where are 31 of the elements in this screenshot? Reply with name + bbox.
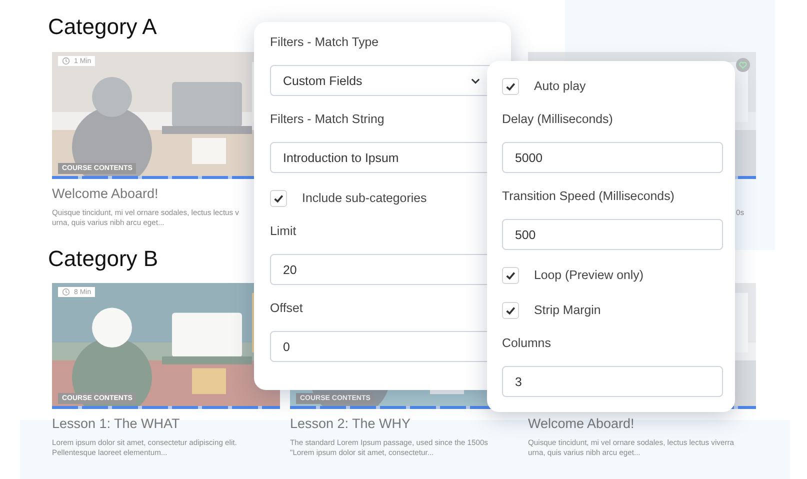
field-label: Offset <box>270 300 304 316</box>
card-title[interactable]: Welcome Aboard! <box>52 186 158 202</box>
clock-icon <box>62 288 70 296</box>
input-field[interactable]: 500 <box>502 219 723 250</box>
card-title[interactable]: Lesson 1: The WHAT <box>52 416 180 432</box>
checkbox-label: Strip Margin <box>534 303 601 317</box>
checkbox[interactable] <box>502 78 519 94</box>
category-heading: Category B <box>48 246 158 272</box>
field-label: Filters - Match Type <box>270 34 380 50</box>
field-label: Limit <box>270 223 298 239</box>
checkbox-label: Loop (Preview only) <box>534 268 644 282</box>
checkmark-icon <box>505 270 516 280</box>
checkbox[interactable] <box>502 302 519 318</box>
caret-icon <box>471 78 480 84</box>
checkmark-icon <box>505 304 516 316</box>
checkmark-icon <box>505 80 516 92</box>
input-field[interactable]: 5000 <box>502 142 723 173</box>
checkbox-label: Auto play <box>534 79 586 93</box>
card-title[interactable]: Welcome Aboard! <box>528 416 634 432</box>
input-field[interactable]: 3 <box>502 366 723 397</box>
card-title[interactable]: Lesson 2: The WHY <box>290 416 411 432</box>
field-label: Transition Speed (Milliseconds) <box>502 188 676 204</box>
checkbox[interactable] <box>270 190 287 206</box>
field-label: Filters - Match String <box>270 111 386 127</box>
category-heading: Category A <box>48 14 157 40</box>
clock-icon <box>62 57 70 65</box>
checkmark-icon <box>273 192 284 204</box>
field-label: Delay (Milliseconds) <box>502 111 614 127</box>
field-label: Columns <box>502 335 552 351</box>
checkbox-label: Include sub-categories <box>302 191 427 205</box>
checkbox[interactable] <box>502 266 519 284</box>
